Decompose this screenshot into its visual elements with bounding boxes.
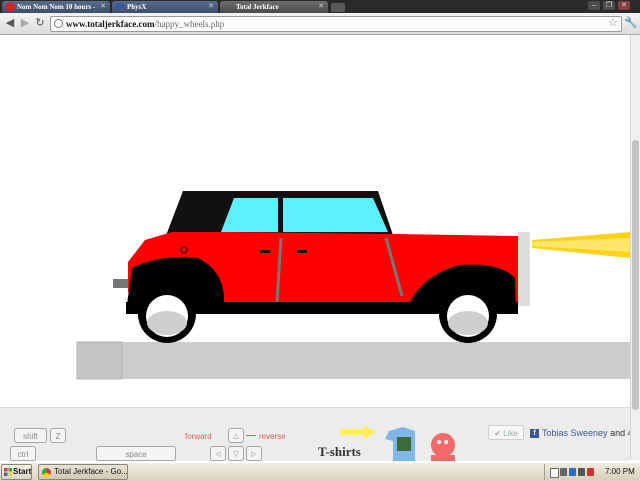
left-arrow-key: ◁ (210, 446, 226, 461)
facebook-icon (116, 3, 124, 11)
tshirt-promo-image[interactable] (385, 425, 460, 461)
facebook-more-text: and 4 (610, 428, 630, 438)
yellow-arrow-icon (340, 425, 376, 439)
page-info-icon[interactable] (54, 19, 63, 28)
wrench-menu-icon[interactable]: 🔧 (624, 16, 638, 30)
start-button[interactable]: Start (1, 464, 32, 480)
close-tab-icon[interactable]: ✕ (208, 1, 214, 13)
reverse-label: reverse (259, 432, 286, 441)
car-window (283, 198, 388, 232)
game-scene (76, 191, 630, 380)
volume-icon[interactable] (578, 468, 585, 476)
back-arrow-icon[interactable]: ◀ (3, 16, 17, 30)
reload-icon[interactable]: ↻ (33, 16, 47, 30)
ctrl-key: ctrl (10, 446, 36, 461)
tab-title: Nom Nom Nom 10 hours - (17, 3, 96, 11)
tab-youtube[interactable]: Nom Nom Nom 10 hours - ✕ (2, 1, 110, 13)
up-arrow-key: △ (228, 428, 244, 443)
facebook-social-line: fTobias Sweeney and 4 (530, 428, 630, 439)
network-icon[interactable] (569, 468, 576, 476)
page-scrollbar[interactable] (630, 35, 640, 460)
windows-logo-icon (4, 468, 12, 476)
forward-label: forward (185, 432, 212, 441)
tab-total-jerkface[interactable]: Total Jerkface ✕ (220, 1, 328, 13)
tab-title: Total Jerkface (236, 3, 279, 11)
address-bar[interactable]: www.totaljerkface.com/happy_wheels.php ☆ (50, 16, 622, 32)
youtube-icon (6, 3, 14, 11)
space-key: space (96, 446, 176, 461)
facebook-icon: f (530, 429, 539, 439)
divider (246, 435, 256, 436)
bookmark-star-icon[interactable]: ☆ (608, 17, 618, 30)
close-window-icon[interactable]: ✕ (618, 1, 630, 10)
tab-strip: Nom Nom Nom 10 hours - ✕ PhysX ✕ Total J… (0, 0, 640, 13)
tshirts-link[interactable]: T-shirts (318, 444, 361, 460)
new-tab-button[interactable] (331, 3, 345, 12)
browser-toolbar: ◀ ▶ ↻ www.totaljerkface.com/happy_wheels… (0, 13, 640, 35)
tab-physx[interactable]: PhysX ✕ (112, 1, 218, 13)
taskbar-item-chrome[interactable]: Total Jerkface - Go... (38, 464, 128, 480)
tab-title: PhysX (127, 3, 147, 11)
clock: 7:00 PM (605, 467, 635, 476)
security-icon[interactable] (587, 468, 594, 476)
game-controls-panel: shift Z ctrl space forward △ reverse ◁ ▽… (0, 407, 630, 461)
down-arrow-key: ▽ (228, 446, 244, 461)
scrollbar-thumb[interactable] (632, 140, 639, 410)
windows-taskbar: Start Total Jerkface - Go... 7:00 PM (0, 462, 640, 481)
close-tab-icon[interactable]: ✕ (318, 1, 324, 13)
maximize-icon[interactable]: ❐ (603, 1, 615, 10)
game-canvas[interactable] (0, 35, 630, 407)
forward-arrow-icon[interactable]: ▶ (18, 16, 32, 30)
shift-key: shift (14, 428, 47, 443)
help-icon[interactable] (550, 468, 559, 478)
chrome-icon (42, 468, 51, 477)
minimize-icon[interactable]: – (588, 1, 600, 10)
z-key: Z (50, 428, 66, 443)
platform-block (77, 342, 630, 379)
facebook-friend-link[interactable]: Tobias Sweeney (542, 428, 608, 438)
right-arrow-key: ▷ (246, 446, 262, 461)
car-sprite (113, 191, 530, 343)
check-icon: ✔ (494, 429, 504, 438)
url-text: www.totaljerkface.com/happy_wheels.php (66, 19, 225, 29)
like-button[interactable]: ✔ Like (488, 425, 524, 440)
close-tab-icon[interactable]: ✕ (100, 1, 106, 13)
tray-icon[interactable] (560, 468, 567, 476)
system-tray: 7:00 PM (544, 464, 640, 480)
